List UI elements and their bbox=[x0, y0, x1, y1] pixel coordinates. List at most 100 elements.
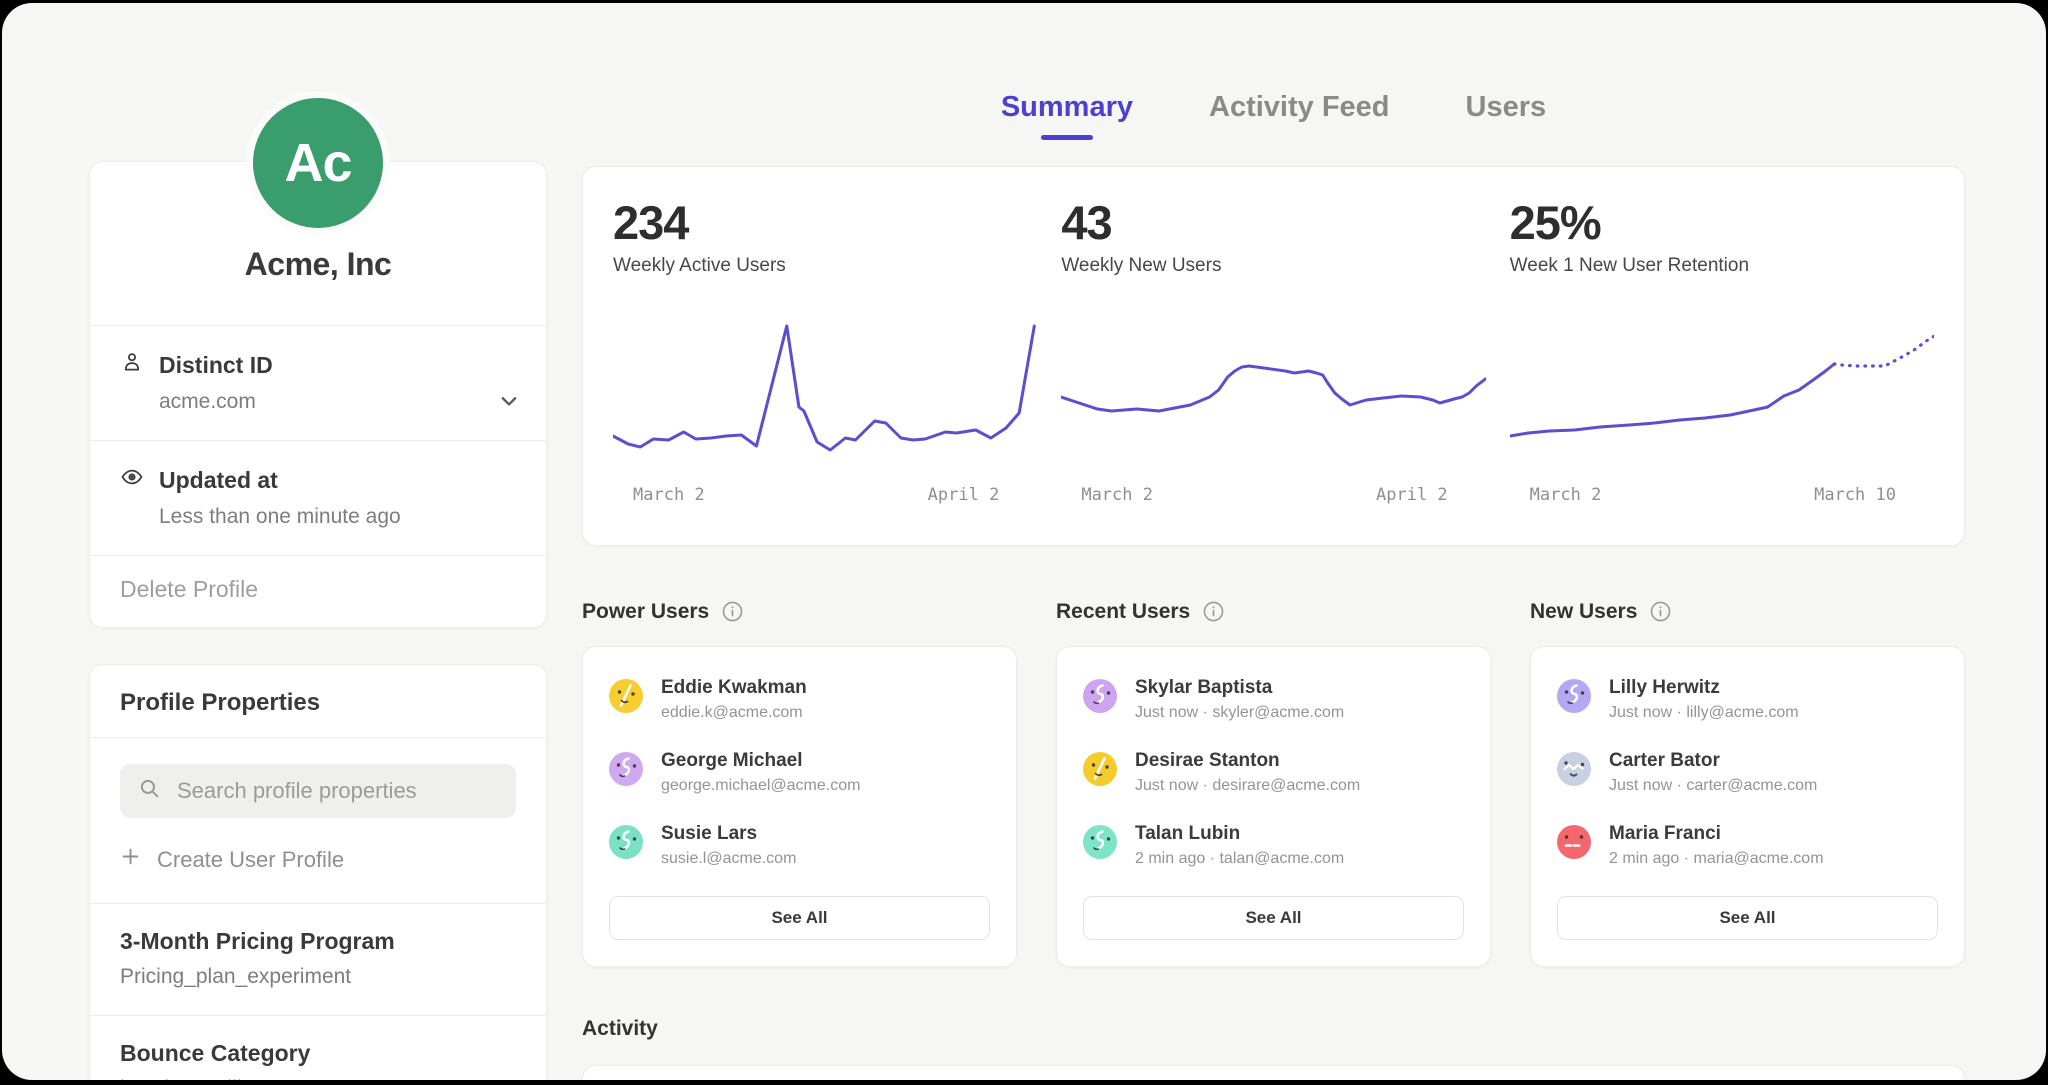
stat-weekly-active-users: 234 Weekly Active Users March 2 April 2 bbox=[613, 197, 1037, 505]
axis-tick: March 2 bbox=[633, 485, 705, 505]
user-avatar-icon bbox=[1557, 752, 1591, 786]
user-avatar-icon bbox=[1557, 679, 1591, 713]
user-row[interactable]: Maria Franci 2 min ago · maria@acme.com bbox=[1557, 823, 1938, 868]
axis-tick: April 2 bbox=[1376, 485, 1448, 505]
chevron-down-icon[interactable] bbox=[498, 390, 520, 417]
company-avatar-initials: Ac bbox=[284, 132, 351, 194]
recent-users-card: Skylar Baptista Just now · skyler@acme.c… bbox=[1056, 646, 1491, 967]
user-detail: susie.l@acme.com bbox=[661, 850, 796, 868]
tab-bar: Summary Activity Feed Users bbox=[582, 3, 1965, 140]
distinct-id-value: acme.com bbox=[159, 390, 516, 414]
see-all-button[interactable]: See All bbox=[609, 896, 990, 940]
search-icon bbox=[138, 777, 161, 805]
user-avatar-icon bbox=[609, 825, 643, 859]
see-all-button[interactable]: See All bbox=[1557, 896, 1938, 940]
user-name: Maria Franci bbox=[1609, 823, 1824, 845]
property-name: 3-Month Pricing Program bbox=[120, 928, 516, 955]
recent-users-title: Recent Users bbox=[1056, 600, 1190, 624]
user-detail: Just now · desirare@acme.com bbox=[1135, 777, 1360, 795]
user-detail: 2 min ago · talan@acme.com bbox=[1135, 850, 1344, 868]
property-value: Pricing_plan_experiment bbox=[120, 965, 516, 989]
user-detail: Just now · skyler@acme.com bbox=[1135, 704, 1344, 722]
new-users-card: Lilly Herwitz Just now · lilly@acme.com bbox=[1530, 646, 1965, 967]
stat-label: Weekly Active Users bbox=[613, 255, 1037, 277]
main-content: Summary Activity Feed Users 234 Weekly A… bbox=[582, 3, 1965, 1080]
weekly-new-users-sparkline bbox=[1061, 313, 1485, 463]
x-axis-labels: March 2 April 2 bbox=[613, 485, 1037, 505]
recent-users-section: Recent Users bbox=[1056, 600, 1491, 967]
user-avatar-icon bbox=[1083, 679, 1117, 713]
user-name: Eddie Kwakman bbox=[661, 677, 807, 699]
stat-label: Week 1 New User Retention bbox=[1510, 255, 1934, 277]
info-icon[interactable] bbox=[722, 601, 743, 622]
user-name: Desirae Stanton bbox=[1135, 750, 1360, 772]
activity-card: 234 940 3.4k bbox=[582, 1065, 1965, 1080]
updated-at-row: Updated at Less than one minute ago bbox=[90, 440, 546, 555]
stat-week1-retention: 25% Week 1 New User Retention March 2 Ma… bbox=[1510, 197, 1934, 505]
active-tab-underline bbox=[1041, 135, 1093, 140]
info-icon[interactable] bbox=[1203, 601, 1224, 622]
stat-label: Weekly New Users bbox=[1061, 255, 1485, 277]
user-avatar-icon bbox=[1083, 752, 1117, 786]
property-row[interactable]: Bounce Category inactive-mailbox bbox=[90, 1015, 546, 1080]
user-row[interactable]: Skylar Baptista Just now · skyler@acme.c… bbox=[1083, 677, 1464, 722]
tab-activity-feed[interactable]: Activity Feed bbox=[1209, 91, 1390, 140]
plus-icon bbox=[120, 846, 141, 873]
user-detail: george.michael@acme.com bbox=[661, 777, 860, 795]
power-users-title: Power Users bbox=[582, 600, 709, 624]
property-name: Bounce Category bbox=[120, 1040, 516, 1067]
power-users-card: Eddie Kwakman eddie.k@acme.com bbox=[582, 646, 1017, 967]
profile-properties-card: Profile Properties bbox=[89, 664, 547, 1080]
tab-users[interactable]: Users bbox=[1466, 91, 1547, 140]
updated-at-value: Less than one minute ago bbox=[159, 505, 516, 529]
user-name: Carter Bator bbox=[1609, 750, 1817, 772]
user-name: Skylar Baptista bbox=[1135, 677, 1344, 699]
axis-tick: March 2 bbox=[1530, 485, 1602, 505]
new-users-title: New Users bbox=[1530, 600, 1637, 624]
user-row[interactable]: Desirae Stanton Just now · desirare@acme… bbox=[1083, 750, 1464, 795]
tab-summary[interactable]: Summary bbox=[1001, 91, 1133, 140]
company-avatar: Ac bbox=[246, 91, 390, 235]
activity-title: Activity bbox=[582, 1017, 1965, 1041]
user-name: Lilly Herwitz bbox=[1609, 677, 1799, 699]
profile-properties-title: Profile Properties bbox=[90, 665, 546, 738]
property-value: inactive-mailbox bbox=[120, 1077, 516, 1080]
user-avatar-icon bbox=[609, 679, 643, 713]
distinct-id-row: Distinct ID acme.com bbox=[90, 325, 546, 440]
create-user-profile-button[interactable]: Create User Profile bbox=[90, 818, 546, 903]
new-users-section: New Users bbox=[1530, 600, 1965, 967]
user-row[interactable]: Susie Lars susie.l@acme.com bbox=[609, 823, 990, 868]
user-avatar-icon bbox=[609, 752, 643, 786]
property-row[interactable]: 3-Month Pricing Program Pricing_plan_exp… bbox=[90, 903, 546, 1015]
distinct-id-label: Distinct ID bbox=[159, 352, 273, 379]
user-row[interactable]: Eddie Kwakman eddie.k@acme.com bbox=[609, 677, 990, 722]
user-sections: Power Users bbox=[582, 600, 1965, 967]
person-icon bbox=[120, 350, 144, 380]
user-name: Susie Lars bbox=[661, 823, 796, 845]
user-row[interactable]: George Michael george.michael@acme.com bbox=[609, 750, 990, 795]
user-detail: Just now · lilly@acme.com bbox=[1609, 704, 1799, 722]
activity-section: Activity 234 940 3.4k bbox=[582, 1017, 1965, 1080]
search-input[interactable] bbox=[175, 777, 498, 805]
user-row[interactable]: Lilly Herwitz Just now · lilly@acme.com bbox=[1557, 677, 1938, 722]
info-icon[interactable] bbox=[1650, 601, 1671, 622]
app-page: Ac Acme, Inc Distinct ID acme.com bbox=[2, 3, 2046, 1080]
axis-tick: March 10 bbox=[1814, 485, 1896, 505]
user-avatar-icon bbox=[1083, 825, 1117, 859]
user-row[interactable]: Talan Lubin 2 min ago · talan@acme.com bbox=[1083, 823, 1464, 868]
create-user-profile-label: Create User Profile bbox=[157, 847, 344, 873]
profile-properties-search[interactable] bbox=[120, 764, 516, 818]
axis-tick: April 2 bbox=[928, 485, 1000, 505]
user-name: Talan Lubin bbox=[1135, 823, 1344, 845]
user-row[interactable]: Carter Bator Just now · carter@acme.com bbox=[1557, 750, 1938, 795]
profile-sidebar: Ac Acme, Inc Distinct ID acme.com bbox=[89, 91, 547, 1080]
user-avatar-icon bbox=[1557, 825, 1591, 859]
user-detail: 2 min ago · maria@acme.com bbox=[1609, 850, 1824, 868]
updated-at-label: Updated at bbox=[159, 467, 278, 494]
user-detail: eddie.k@acme.com bbox=[661, 704, 807, 722]
user-detail: Just now · carter@acme.com bbox=[1609, 777, 1817, 795]
stat-value: 43 bbox=[1061, 197, 1485, 249]
see-all-button[interactable]: See All bbox=[1083, 896, 1464, 940]
delete-profile-button[interactable]: Delete Profile bbox=[90, 555, 546, 627]
weekly-active-users-sparkline bbox=[613, 313, 1037, 463]
